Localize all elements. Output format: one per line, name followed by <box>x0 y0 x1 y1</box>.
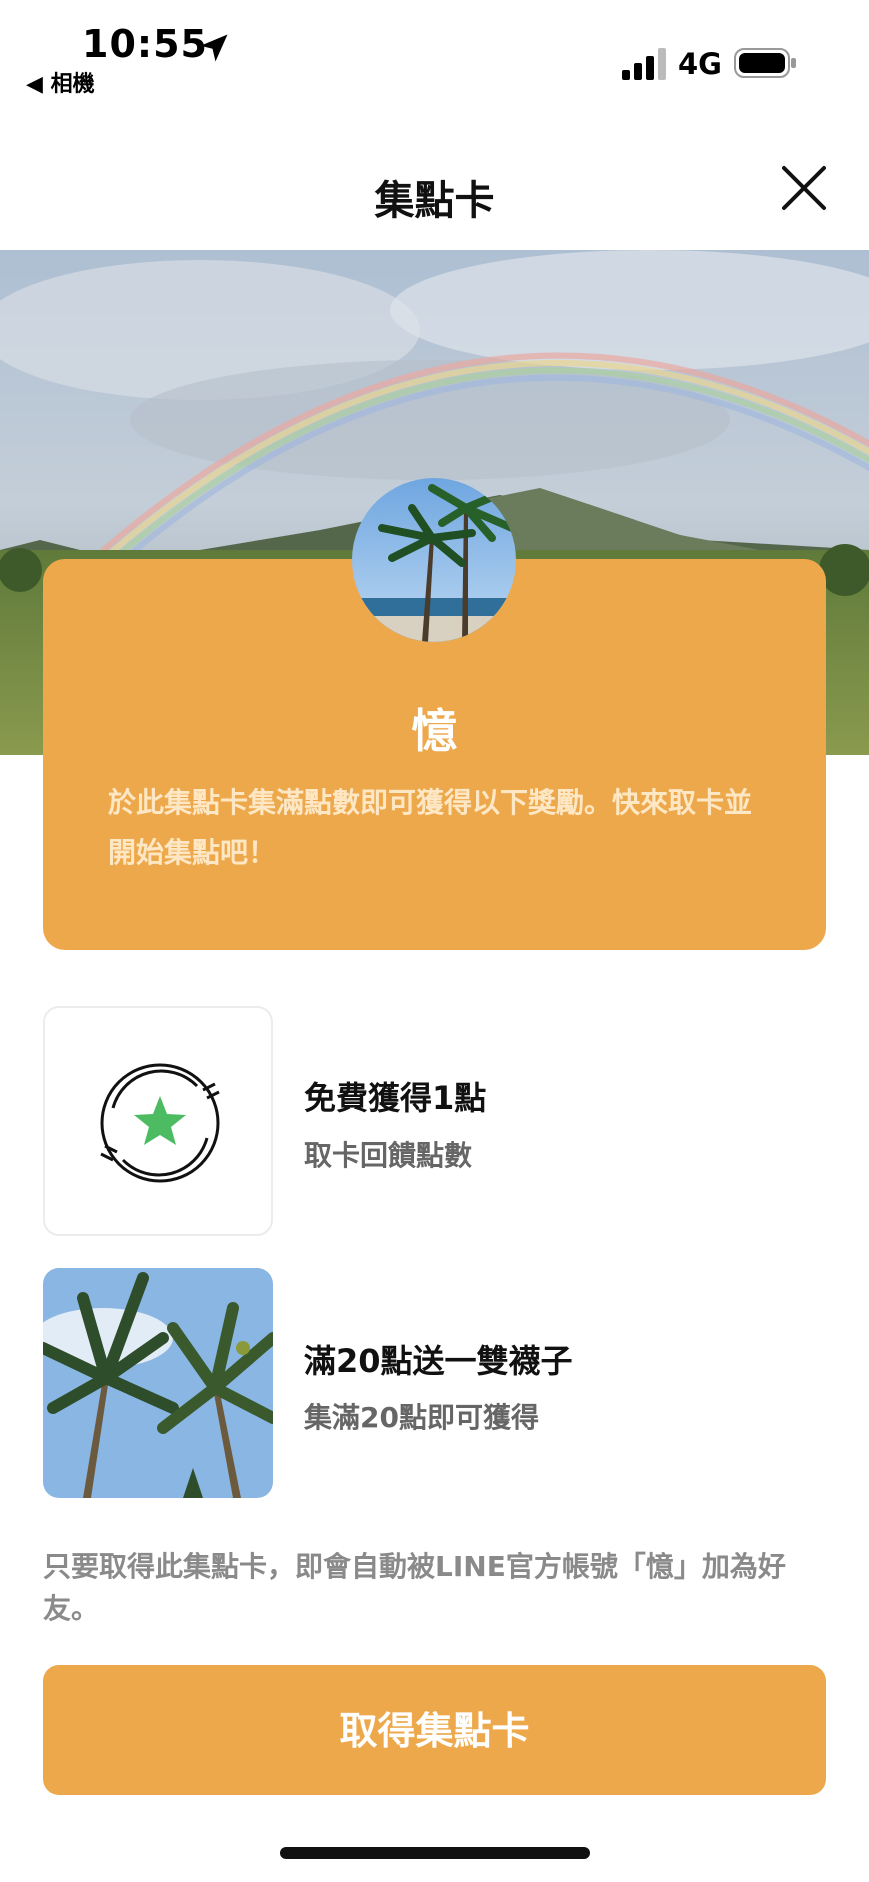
status-time: 10:55 <box>82 22 208 66</box>
account-avatar <box>352 478 516 642</box>
page-header: 集點卡 <box>0 130 869 250</box>
reward-subtitle: 集滿20點即可獲得 <box>304 1401 539 1434</box>
location-arrow-icon <box>200 34 228 62</box>
back-to-app-link[interactable]: ◀ 相機 <box>26 66 95 98</box>
reward-title: 滿20點送一雙襪子 <box>304 1342 573 1380</box>
get-stamp-card-button[interactable]: 取得集點卡 <box>43 1665 826 1795</box>
home-indicator[interactable] <box>280 1847 590 1859</box>
palm-tree-photo <box>43 1268 273 1498</box>
signal-bars-icon <box>622 48 666 80</box>
network-type: 4G <box>678 47 722 81</box>
status-bar: 10:55 ◀ 相機 4G <box>0 0 869 130</box>
reward-subtitle: 取卡回饋點數 <box>304 1139 473 1172</box>
reward-title: 免費獲得1點 <box>304 1079 487 1117</box>
card-description: 於此集點卡集滿點數即可獲得以下獎勵。快來取卡並開始集點吧！ <box>108 786 753 869</box>
close-icon[interactable] <box>776 160 832 216</box>
page-title: 集點卡 <box>374 178 495 224</box>
reward-thumbnail <box>43 1268 273 1498</box>
add-friend-notice: 只要取得此集點卡，即會自動被LINE官方帳號「憶」加為好友。 <box>43 1550 786 1625</box>
battery-icon <box>734 48 796 78</box>
reward-thumbnail <box>43 1006 273 1236</box>
star-stamp-icon <box>100 1063 220 1183</box>
account-name: 憶 <box>411 704 458 758</box>
